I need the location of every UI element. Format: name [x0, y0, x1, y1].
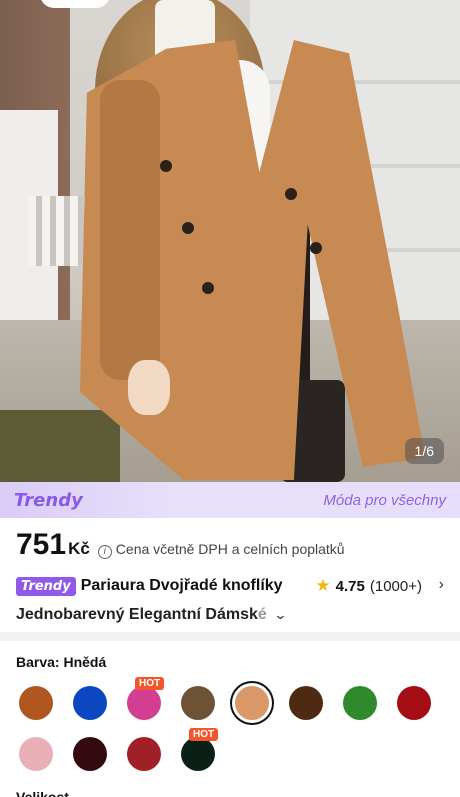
brand-badge: Trendy [16, 576, 76, 596]
info-icon[interactable]: i [97, 545, 112, 559]
title-text: Jednobarevný Elegantní Dámsk [16, 606, 258, 623]
price-row: 751 Kč i Cena včetně DPH a celních popla… [16, 528, 446, 568]
model-figure [128, 360, 170, 415]
color-swatch[interactable] [343, 686, 377, 720]
color-swatch[interactable] [289, 686, 323, 720]
color-swatch[interactable] [127, 737, 161, 771]
price-amount: 751 [16, 528, 67, 561]
title-text-fade: é [257, 606, 267, 623]
color-swatch[interactable] [181, 686, 215, 720]
product-image[interactable] [0, 0, 460, 482]
brand-slogan: Móda pro všechny [323, 491, 446, 509]
photo-background [0, 410, 120, 482]
rating-value: 4.75 [335, 577, 365, 595]
star-icon: ★ [315, 576, 331, 595]
hot-badge: HOT [189, 728, 219, 741]
photo-background [40, 0, 110, 8]
chevron-right-icon[interactable]: › [439, 576, 444, 594]
brand-logo: Trendy [14, 489, 83, 511]
section-divider [0, 632, 460, 641]
color-swatch[interactable] [127, 686, 161, 720]
price-note: Cena včetně DPH a celních poplatků [115, 541, 345, 557]
image-counter: 1/6 [404, 438, 444, 464]
price-currency: Kč [68, 539, 90, 558]
product-title-line1: Pariaura Dvojřadé knoflíky [80, 577, 283, 594]
color-swatch[interactable] [73, 686, 107, 720]
color-swatch[interactable] [235, 686, 269, 720]
chevron-down-icon[interactable]: ⌄ [273, 607, 287, 623]
coat-button [202, 282, 214, 294]
color-swatch[interactable] [73, 737, 107, 771]
coat-button [182, 222, 194, 234]
color-swatch[interactable] [397, 686, 431, 720]
coat-figure [100, 80, 160, 380]
coat-button [285, 188, 297, 200]
rating-count: (1000+) [369, 577, 422, 595]
coat-button [310, 242, 322, 254]
product-title-block[interactable]: Trendy Pariaura Dvojřadé knoflíky ★ 4.75… [16, 574, 446, 630]
color-swatch[interactable] [19, 686, 53, 720]
brand-banner[interactable]: Trendy Móda pro všechny [0, 482, 460, 518]
color-swatch[interactable] [181, 737, 215, 771]
color-swatch[interactable] [19, 737, 53, 771]
color-label: Barva: Hnědá [16, 654, 107, 670]
size-label: Velikost [16, 789, 69, 797]
product-title-line2: Jednobarevný Elegantní Dámské [16, 606, 267, 624]
rating[interactable]: ★ 4.75 (1000+) [315, 576, 422, 596]
hot-badge: HOT [135, 677, 165, 690]
coat-button [160, 160, 172, 172]
